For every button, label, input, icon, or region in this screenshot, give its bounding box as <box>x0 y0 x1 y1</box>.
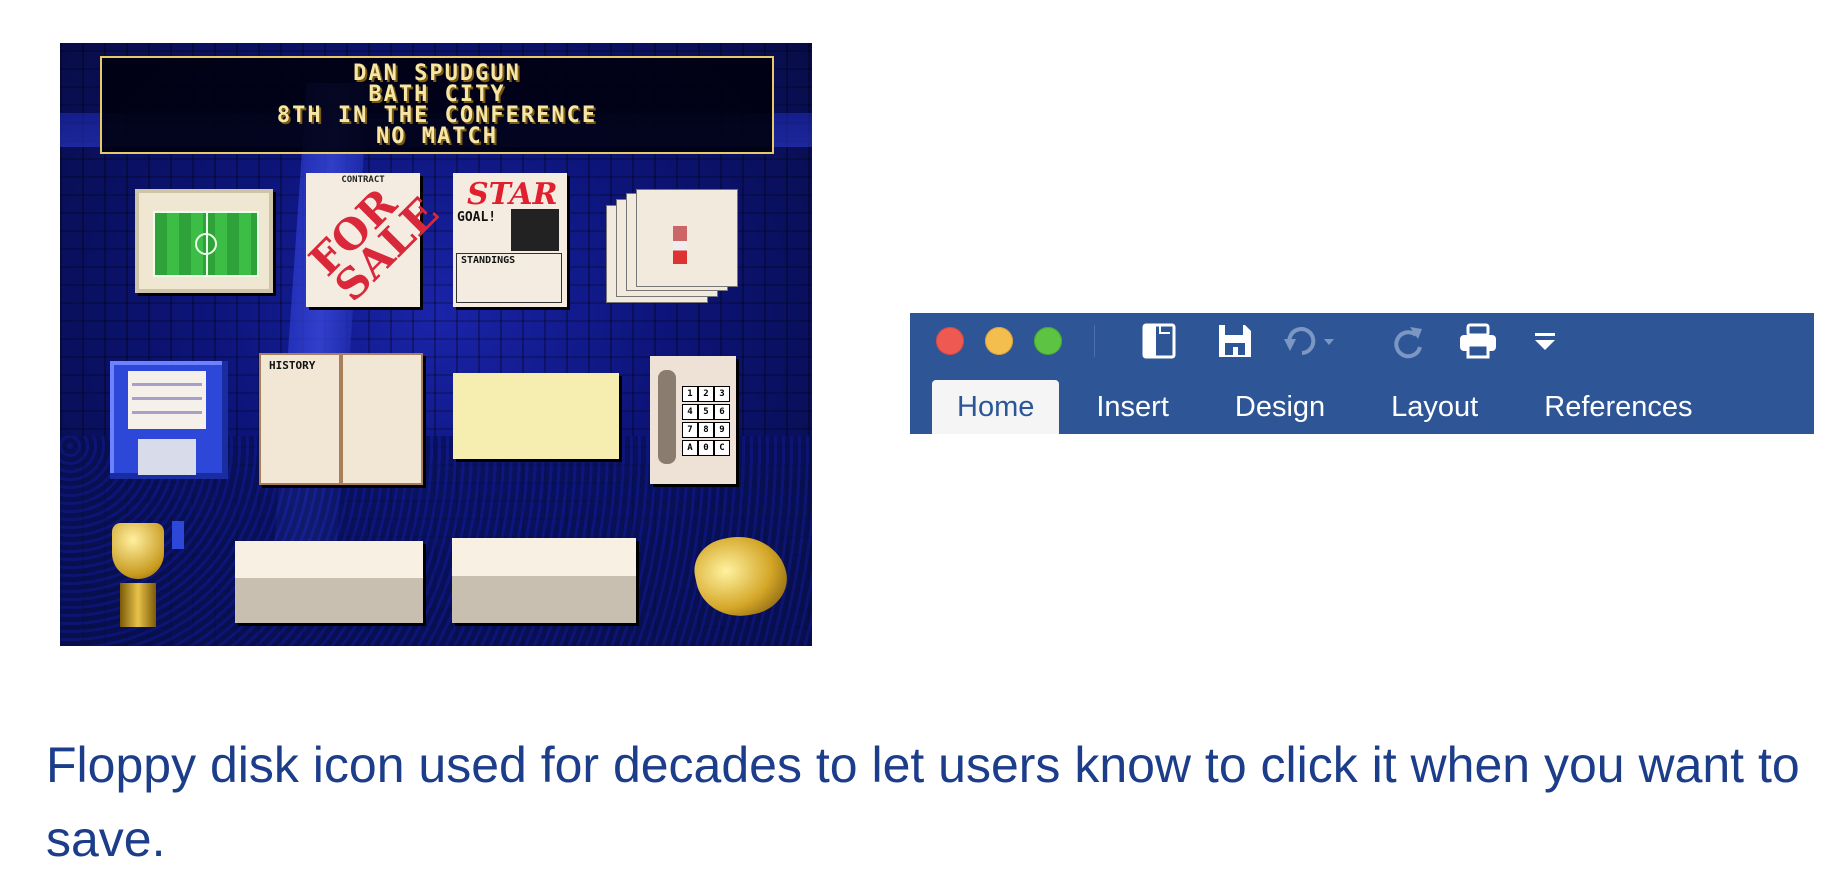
player-files-icon[interactable] <box>606 189 738 303</box>
trophy-icon[interactable] <box>96 513 180 631</box>
window-close-button[interactable] <box>936 327 964 355</box>
phone-keypad: 123456789A0C <box>682 386 730 456</box>
cheque-icon[interactable] <box>453 373 619 459</box>
telephone-icon[interactable]: 123456789A0C <box>650 356 736 484</box>
tab-references[interactable]: References <box>1519 380 1717 434</box>
pitch-grass <box>153 211 259 277</box>
standings-box: STANDINGS <box>456 253 562 303</box>
phone-key: 5 <box>698 404 714 420</box>
newspaper-icon[interactable]: STAR GOAL! STANDINGS <box>453 173 567 307</box>
phone-key: 0 <box>698 440 714 456</box>
floppy-label <box>128 371 206 429</box>
tab-insert[interactable]: Insert <box>1071 380 1194 434</box>
for-sale-stamp: FOR SALE <box>299 178 448 311</box>
phone-key: 7 <box>682 422 698 438</box>
history-label: HISTORY <box>269 359 316 372</box>
phone-key: 6 <box>714 404 730 420</box>
print-icon[interactable] <box>1456 321 1500 361</box>
book-spine <box>339 355 343 483</box>
match-status: NO MATCH <box>376 124 498 149</box>
word-toolbar: Home Insert Design Layout References <box>910 313 1814 434</box>
club-name: BATH CITY <box>368 82 506 107</box>
floppy-shutter <box>138 439 196 549</box>
redo-icon[interactable] <box>1386 321 1430 361</box>
phone-key: 3 <box>714 386 730 402</box>
tab-design[interactable]: Design <box>1210 380 1350 434</box>
ribbon-tabs: Home Insert Design Layout References <box>932 380 1734 434</box>
save-icon[interactable] <box>1213 321 1257 361</box>
game-screenshot: DAN SPUDGUN BATH CITY 8TH IN THE CONFERE… <box>60 43 812 646</box>
phone-key: 8 <box>698 422 714 438</box>
toolbar-divider <box>1094 325 1095 357</box>
tab-home[interactable]: Home <box>932 380 1060 434</box>
player-photo <box>673 226 687 264</box>
newspaper-masthead: STAR <box>467 177 558 212</box>
standings-label: STANDINGS <box>461 255 516 266</box>
sidebar-icon[interactable] <box>1138 321 1182 361</box>
tab-layout[interactable]: Layout <box>1366 380 1503 434</box>
history-book-icon[interactable]: HISTORY <box>259 353 423 485</box>
contract-for-sale-icon[interactable]: CONTRACT FOR SALE <box>300 173 448 311</box>
console-icon[interactable] <box>235 541 423 623</box>
phone-key: 2 <box>698 386 714 402</box>
phone-key: 9 <box>714 422 730 438</box>
newspaper-headline: GOAL! <box>457 210 497 225</box>
league-position: 8TH IN THE CONFERENCE <box>276 103 598 128</box>
stadium-icon[interactable] <box>135 189 273 293</box>
phone-key: C <box>714 440 730 456</box>
phone-key: 4 <box>682 404 698 420</box>
manager-name: DAN SPUDGUN <box>353 61 521 86</box>
manager-status-box: DAN SPUDGUN BATH CITY 8TH IN THE CONFERE… <box>100 56 774 154</box>
undo-icon[interactable] <box>1280 321 1340 361</box>
floppy-disk-icon[interactable] <box>110 361 228 549</box>
handset-icon <box>658 370 676 464</box>
phone-key: A <box>682 440 698 456</box>
newspaper-photo <box>511 209 559 251</box>
phone-key: 1 <box>682 386 698 402</box>
window-minimize-button[interactable] <box>985 327 1013 355</box>
customize-toolbar-icon[interactable] <box>1523 321 1567 361</box>
slide-caption: Floppy disk icon used for decades to let… <box>46 737 1800 867</box>
window-zoom-button[interactable] <box>1034 327 1062 355</box>
fax-machine-icon[interactable] <box>452 538 636 623</box>
